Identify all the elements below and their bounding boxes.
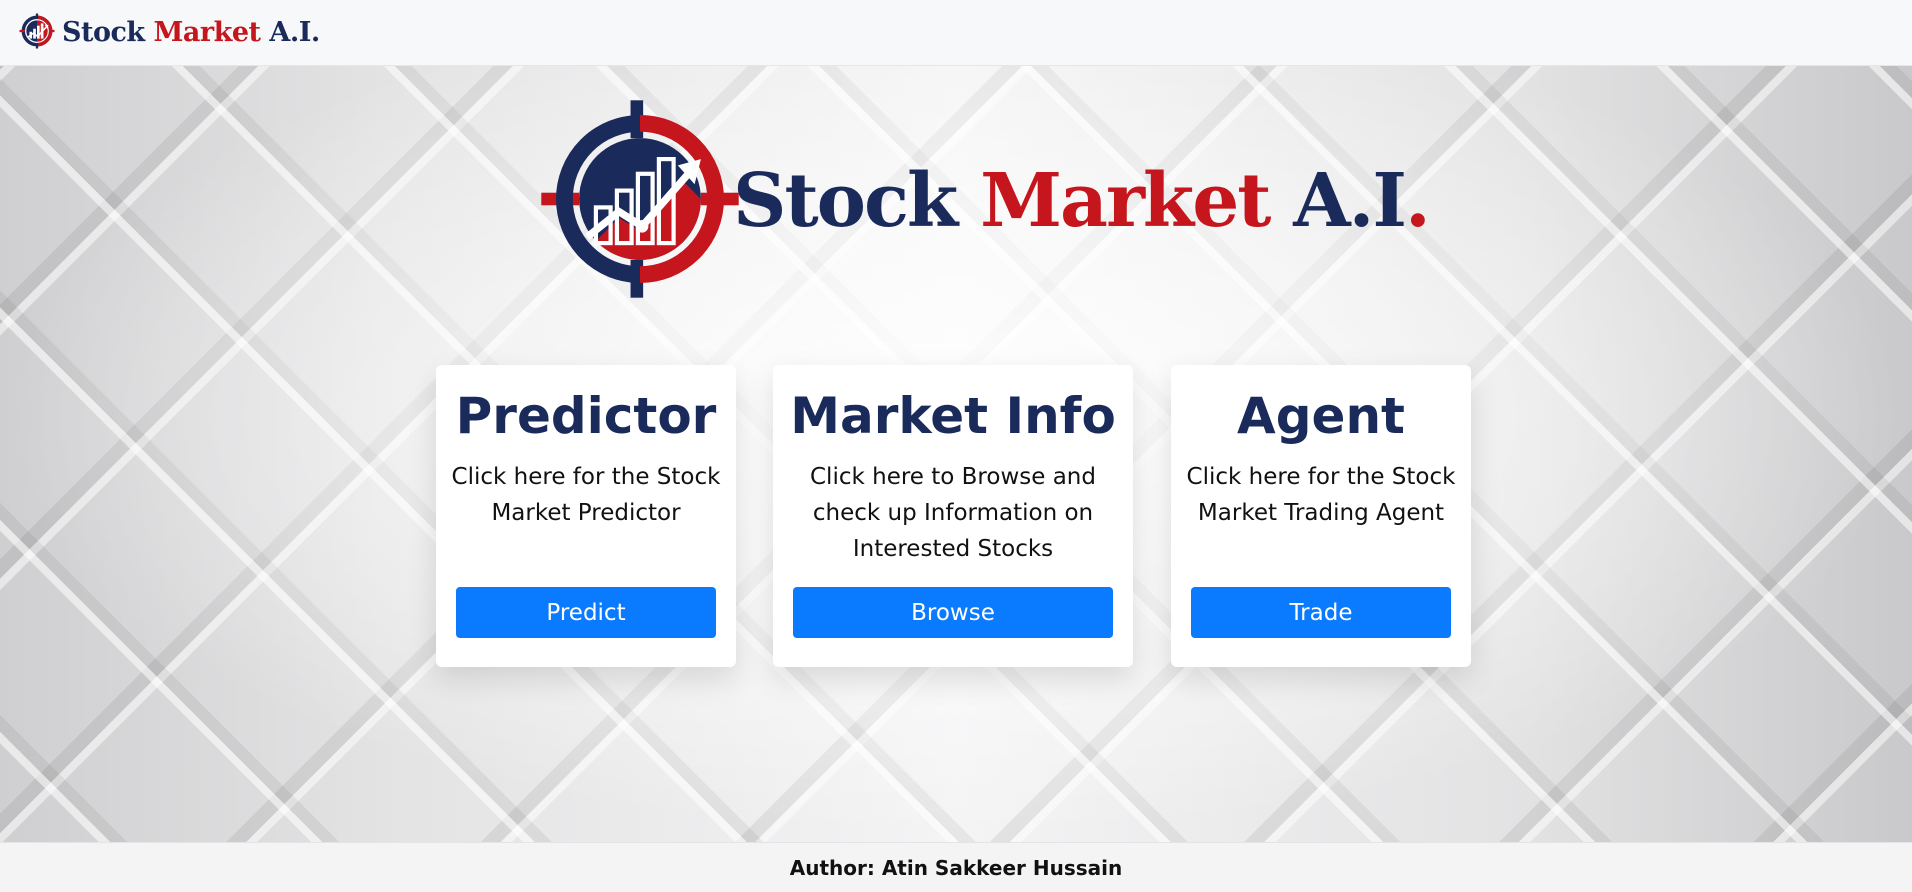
card-title: Predictor <box>455 387 717 445</box>
footer-author: Author: Atin Sakkeer Hussain <box>789 855 1123 880</box>
hero-word-stock: Stock <box>733 158 958 244</box>
navbar: Stock Market A.I. <box>0 0 1912 66</box>
hero-word-dot: . <box>1405 158 1431 244</box>
agent-card: Agent Click here for the Stock Market Tr… <box>1171 365 1471 667</box>
hero-word-ai: A.I <box>1293 158 1407 244</box>
market-info-card: Market Info Click here to Browse and che… <box>773 365 1133 667</box>
card-description: Click here for the Stock Market Trading … <box>1186 464 1456 526</box>
footer: Author: Atin Sakkeer Hussain <box>0 842 1912 892</box>
hero-logo-text: Stock Market A.I. <box>733 158 1431 244</box>
hero-section: Stock Market A.I. Predictor Click here f… <box>0 66 1912 842</box>
hero-word-market: Market <box>980 158 1271 244</box>
brand-word-ai: A.I. <box>269 17 320 48</box>
card-title: Agent <box>1237 387 1405 445</box>
hero-logo: Stock Market A.I. <box>535 94 1431 308</box>
predict-button[interactable]: Predict <box>456 587 716 638</box>
brand-word-market: Market <box>153 17 261 48</box>
navbar-brand[interactable]: Stock Market A.I. <box>18 12 320 54</box>
stock-chart-logo-icon <box>18 12 56 54</box>
brand-word-stock: Stock <box>62 17 145 48</box>
browse-button[interactable]: Browse <box>793 587 1113 638</box>
predictor-card: Predictor Click here for the Stock Marke… <box>436 365 736 667</box>
card-description: Click here for the Stock Market Predicto… <box>451 464 721 526</box>
trade-button[interactable]: Trade <box>1191 587 1451 638</box>
card-description: Click here to Browse and check up Inform… <box>810 464 1096 562</box>
navbar-brand-text: Stock Market A.I. <box>62 17 320 48</box>
card-title: Market Info <box>790 387 1116 445</box>
stock-chart-logo-icon <box>535 94 745 308</box>
